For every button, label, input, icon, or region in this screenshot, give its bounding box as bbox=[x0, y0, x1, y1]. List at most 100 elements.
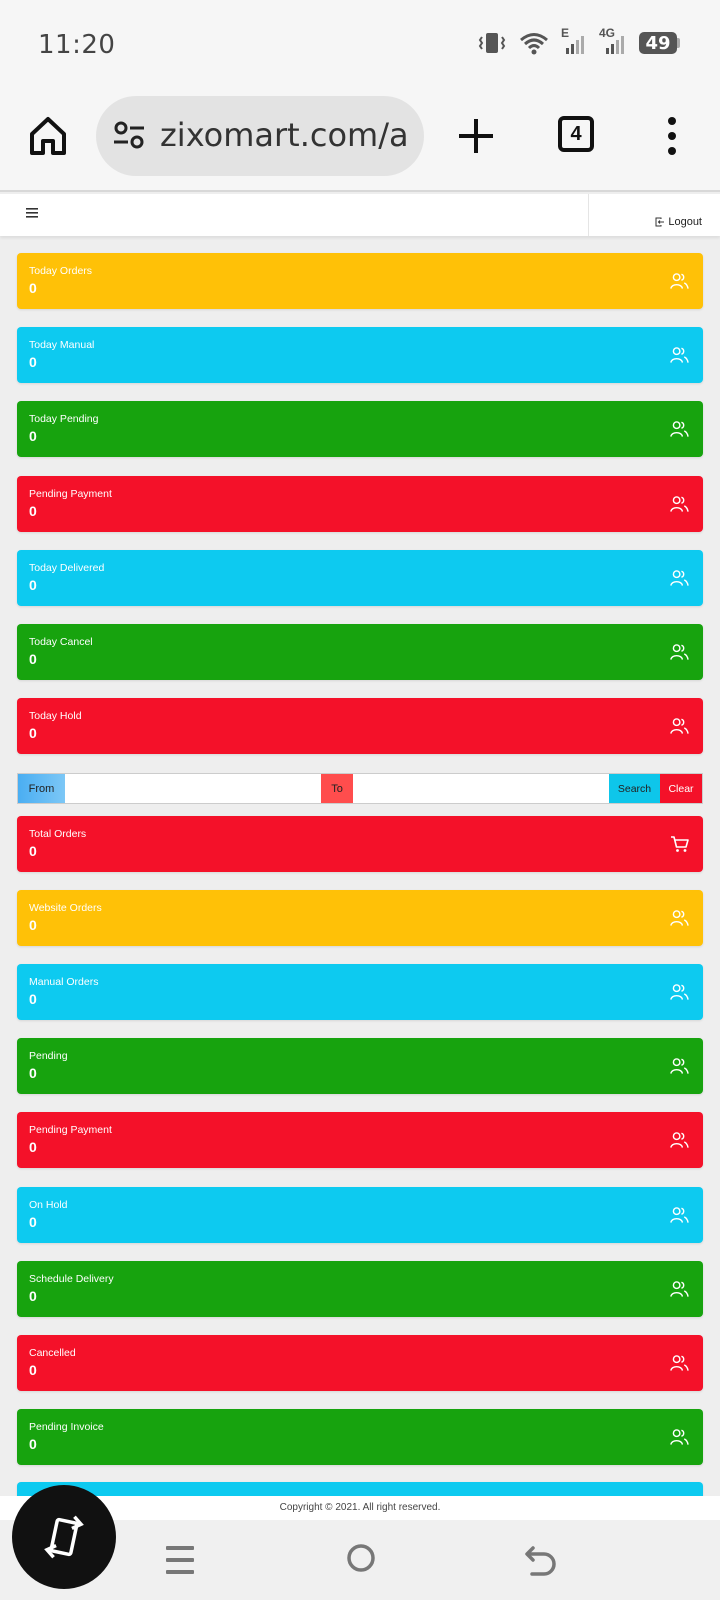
rotate-screen-button[interactable] bbox=[12, 1485, 116, 1589]
users-icon bbox=[670, 909, 689, 927]
stat-card[interactable]: Today Hold 0 bbox=[17, 698, 703, 755]
stat-card-value: 0 bbox=[29, 1287, 37, 1304]
stat-card-label: Today Orders bbox=[29, 265, 93, 277]
stat-card-value: 0 bbox=[29, 725, 37, 742]
stat-card-label: Today Delivered bbox=[29, 561, 105, 574]
stat-card-value: 0 bbox=[29, 428, 37, 445]
stat-card-value: 0 bbox=[29, 280, 37, 296]
browser-home-button[interactable] bbox=[28, 114, 68, 158]
stat-card[interactable]: On Hold 0 bbox=[17, 1186, 703, 1243]
plus-icon bbox=[459, 119, 493, 153]
new-tab-button[interactable] bbox=[456, 116, 496, 156]
hamburger-icon bbox=[26, 208, 38, 218]
stat-card[interactable]: Manual Orders 0 bbox=[17, 964, 703, 1021]
users-icon bbox=[670, 983, 689, 1001]
logout-link[interactable]: Logout bbox=[655, 216, 702, 228]
stat-card-label: Pending bbox=[29, 1050, 68, 1063]
address-bar[interactable]: zixomart.com/admin bbox=[96, 96, 424, 176]
users-icon bbox=[670, 569, 689, 587]
stat-card-value: 0 bbox=[29, 651, 37, 667]
stat-card-label: Today Hold bbox=[29, 710, 82, 723]
status-bar: 11:20 E 4G 49 bbox=[0, 0, 720, 92]
recents-icon bbox=[166, 1546, 194, 1574]
date-filter: From To Search Clear bbox=[17, 773, 703, 804]
home-circle-icon bbox=[347, 1544, 375, 1572]
nav-back-button[interactable] bbox=[524, 1544, 558, 1581]
stat-card-label: Pending Payment bbox=[29, 487, 112, 500]
stat-card-label: Schedule Delivery bbox=[29, 1272, 114, 1285]
from-label: From bbox=[18, 774, 65, 803]
stat-card[interactable]: Cancelled 0 bbox=[17, 1334, 703, 1391]
stat-card[interactable]: Pending 0 bbox=[17, 1038, 703, 1095]
rotate-icon bbox=[44, 1515, 84, 1559]
users-icon bbox=[670, 272, 689, 290]
tab-switcher-button[interactable]: 4 bbox=[558, 116, 594, 152]
users-icon bbox=[670, 717, 689, 735]
stat-card[interactable]: Pending Payment 0 bbox=[17, 475, 703, 532]
users-icon bbox=[670, 1354, 689, 1372]
users-icon bbox=[670, 643, 689, 661]
stat-card[interactable]: Website Orders 0 bbox=[17, 890, 703, 947]
users-icon bbox=[670, 1057, 689, 1075]
to-date-input[interactable] bbox=[353, 774, 609, 803]
battery-level: 49 bbox=[639, 32, 677, 54]
more-vert-icon bbox=[668, 117, 676, 155]
users-icon bbox=[670, 1206, 689, 1224]
users-icon bbox=[670, 420, 689, 438]
stat-card-value: 0 bbox=[29, 917, 37, 934]
clear-button[interactable]: Clear bbox=[660, 774, 702, 803]
stat-card-value: 0 bbox=[29, 354, 37, 371]
stat-card-label: Today Manual bbox=[29, 339, 95, 352]
stat-card[interactable]: Schedule Delivery 0 bbox=[17, 1260, 703, 1317]
status-time: 11:20 bbox=[38, 30, 116, 60]
nav-home-button[interactable] bbox=[346, 1543, 376, 1578]
admin-header: Logout bbox=[0, 194, 720, 236]
from-date-input[interactable] bbox=[65, 774, 321, 803]
stat-card-value: 0 bbox=[29, 991, 37, 1008]
stat-card-value: 0 bbox=[29, 843, 37, 859]
stat-card-label: Today Pending bbox=[29, 413, 99, 426]
users-icon bbox=[670, 1131, 689, 1149]
stat-card-value: 0 bbox=[29, 1139, 37, 1156]
stat-card-value: 0 bbox=[29, 1213, 37, 1230]
stat-card[interactable]: Today Manual 0 bbox=[17, 327, 703, 384]
users-icon bbox=[670, 495, 689, 513]
stat-card[interactable]: Pending Payment 0 bbox=[17, 1112, 703, 1169]
search-button[interactable]: Search bbox=[609, 774, 660, 803]
stat-card-label: Today Cancel bbox=[29, 636, 93, 648]
logout-label: Logout bbox=[668, 216, 702, 228]
header-divider bbox=[588, 194, 589, 236]
wifi-icon bbox=[519, 31, 549, 55]
stat-card-label: Pending Payment bbox=[29, 1124, 112, 1137]
stat-card-label: Cancelled bbox=[29, 1346, 76, 1359]
logout-icon bbox=[655, 217, 665, 227]
to-label: To bbox=[321, 774, 353, 803]
battery-icon: 49 bbox=[639, 32, 680, 54]
stat-card-value: 0 bbox=[29, 1065, 37, 1082]
url-text[interactable]: zixomart.com/admin bbox=[160, 116, 410, 154]
nav-recents-button[interactable] bbox=[166, 1544, 194, 1581]
stat-card[interactable]: Today Delivered 0 bbox=[17, 549, 703, 606]
home-icon bbox=[30, 117, 66, 155]
users-icon bbox=[670, 1428, 689, 1446]
stat-card-value: 0 bbox=[29, 1435, 37, 1452]
stat-card[interactable]: Today Orders 0 bbox=[17, 253, 703, 309]
status-icons: E 4G 49 bbox=[477, 26, 680, 56]
site-settings-icon[interactable] bbox=[112, 120, 146, 150]
browser-menu-button[interactable] bbox=[660, 114, 684, 158]
stat-card-label: Manual Orders bbox=[29, 976, 99, 989]
browser-toolbar: zixomart.com/admin 4 bbox=[0, 92, 720, 192]
stat-card[interactable]: Today Cancel 0 bbox=[17, 624, 703, 680]
stat-card-value: 0 bbox=[29, 502, 37, 519]
stat-card[interactable]: Pending Invoice 0 bbox=[17, 1408, 703, 1465]
stat-card-label: Total Orders bbox=[29, 828, 87, 840]
signal-e-icon: E bbox=[561, 26, 587, 56]
vibrate-icon bbox=[477, 31, 507, 55]
cart-icon bbox=[670, 835, 689, 853]
users-icon bbox=[670, 1280, 689, 1298]
sidebar-toggle-button[interactable] bbox=[25, 206, 39, 220]
stat-card[interactable]: Total Orders 0 bbox=[17, 816, 703, 872]
stat-card[interactable]: Today Pending 0 bbox=[17, 401, 703, 458]
stat-card-label: Pending Invoice bbox=[29, 1420, 104, 1433]
stat-card-label: On Hold bbox=[29, 1198, 68, 1211]
